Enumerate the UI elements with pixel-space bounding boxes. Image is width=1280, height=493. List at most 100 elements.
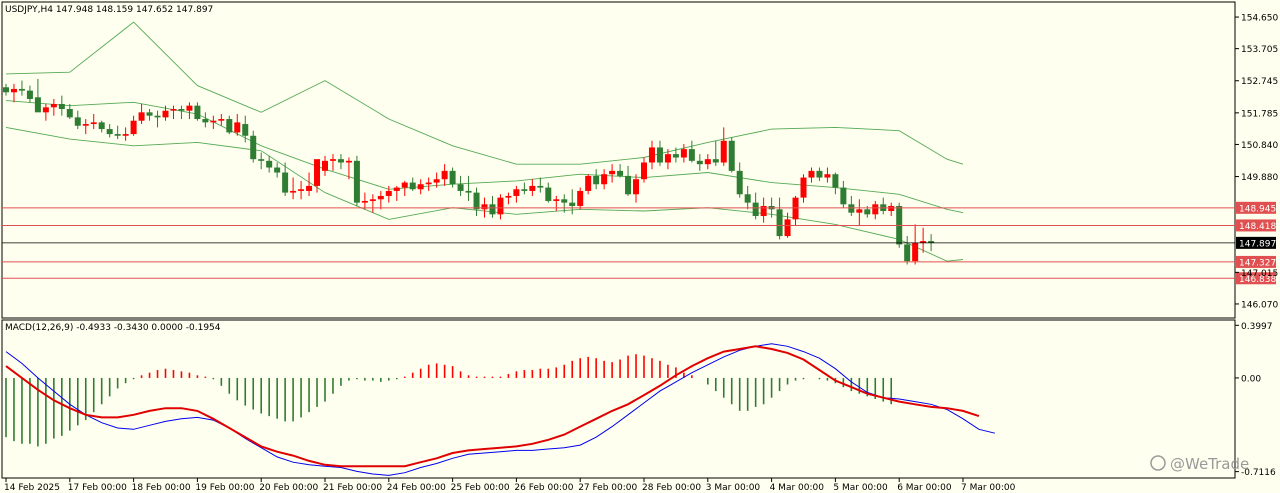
candle-body <box>776 209 783 237</box>
price-tick-label: 146.070 <box>1241 300 1278 310</box>
time-tick-label: 3 Mar 00:00 <box>706 483 761 493</box>
candle-body <box>433 179 440 183</box>
candle-body <box>529 185 536 191</box>
level-label: 147.327 <box>1239 258 1276 268</box>
candle-body <box>513 189 520 196</box>
time-tick-label: 5 Mar 00:00 <box>833 483 888 493</box>
candle-body <box>656 147 663 163</box>
candle-body <box>744 194 751 203</box>
candle-body <box>50 103 57 108</box>
candle-body <box>34 97 41 113</box>
candle-body <box>680 149 687 158</box>
candle-body <box>497 197 504 215</box>
chart-background <box>0 0 1280 493</box>
candle-body <box>122 134 129 136</box>
level-label: 148.945 <box>1239 204 1276 214</box>
candle-body <box>688 149 695 161</box>
candle-body <box>752 202 759 217</box>
candle-body <box>146 112 153 116</box>
candle-body <box>290 190 297 193</box>
candle-body <box>42 107 49 113</box>
candle-body <box>417 184 424 190</box>
candle-body <box>162 110 169 118</box>
candle-body <box>848 204 855 213</box>
candle-body <box>66 109 73 118</box>
candle-body <box>194 105 201 120</box>
candle-body <box>912 242 919 262</box>
price-tick-label: 147.015 <box>1241 269 1278 279</box>
time-tick-label: 17 Feb 00:00 <box>68 483 127 493</box>
time-tick-label: 14 Feb 2025 <box>4 483 60 493</box>
candle-body <box>242 124 249 136</box>
time-tick-label: 18 Feb 00:00 <box>132 483 191 493</box>
candle <box>728 137 735 173</box>
candle-body <box>186 105 193 111</box>
macd-tick-label: 0.00 <box>1241 374 1261 384</box>
time-tick-label: 6 Mar 00:00 <box>897 483 952 493</box>
price-tick-label: 150.840 <box>1241 141 1278 151</box>
macd-header: MACD(12,26,9) -0.4933 -0.3430 0.0000 -0.… <box>5 323 221 333</box>
candle <box>353 155 360 206</box>
candle-body <box>234 122 241 133</box>
candle-body <box>250 135 257 160</box>
candle-body <box>625 175 632 195</box>
candle-body <box>800 177 807 198</box>
candle-body <box>537 185 544 188</box>
candle-body <box>401 182 408 188</box>
candle-body <box>58 103 65 110</box>
candle-body <box>425 182 432 185</box>
candle-body <box>18 88 25 91</box>
time-tick-label: 25 Feb 00:00 <box>451 483 510 493</box>
candle-body <box>553 199 560 201</box>
candle-body <box>306 185 313 191</box>
candle-body <box>864 209 871 215</box>
time-tick-label: 20 Feb 00:00 <box>259 483 318 493</box>
candle-body <box>210 120 217 123</box>
price-tick-label: 151.785 <box>1241 109 1278 119</box>
candle-body <box>704 159 711 165</box>
candle-body <box>545 187 552 201</box>
candle-body <box>353 160 360 203</box>
time-tick-label: 26 Feb 00:00 <box>514 483 573 493</box>
candle-body <box>473 192 480 210</box>
candle-body <box>888 205 895 211</box>
time-tick-label: 28 Feb 00:00 <box>642 483 701 493</box>
time-tick-label: 24 Feb 00:00 <box>387 483 446 493</box>
candle-body <box>202 119 209 123</box>
candle-body <box>664 154 671 163</box>
candle-body <box>633 179 640 195</box>
watermark-text: @WeTrade <box>1170 455 1249 473</box>
candle-body <box>314 159 321 186</box>
candle-body <box>505 195 512 198</box>
candle-body <box>274 167 281 173</box>
price-tick-label: 154.650 <box>1241 14 1278 24</box>
chart-canvas: 148.945148.418147.327146.838147.897154.6… <box>0 0 1280 493</box>
candle-body <box>489 204 496 215</box>
candle-body <box>106 129 113 135</box>
candle-body <box>569 202 576 206</box>
candle-body <box>856 209 863 213</box>
candle-body <box>521 189 528 191</box>
candle-body <box>872 204 879 215</box>
candle-body <box>369 199 376 201</box>
candle-body <box>82 124 89 126</box>
time-tick-label: 21 Feb 00:00 <box>323 483 382 493</box>
candle-body <box>712 159 719 163</box>
candle-body <box>409 182 416 190</box>
candle-body <box>585 175 592 191</box>
candle-body <box>258 159 265 161</box>
candle-body <box>3 87 9 93</box>
candle-body <box>138 112 145 121</box>
candle-body <box>832 174 839 188</box>
candle-body <box>298 189 305 191</box>
candle-body <box>672 154 679 158</box>
candle-body <box>90 122 97 125</box>
candle-body <box>74 117 81 126</box>
price-tick-label: 152.745 <box>1241 77 1278 87</box>
candle-body <box>329 159 336 161</box>
candle-body <box>178 109 185 111</box>
candle-body <box>593 175 600 185</box>
candle-body <box>601 174 608 185</box>
candle-body <box>266 160 273 168</box>
macd-tick-label: 0.3997 <box>1241 322 1273 332</box>
